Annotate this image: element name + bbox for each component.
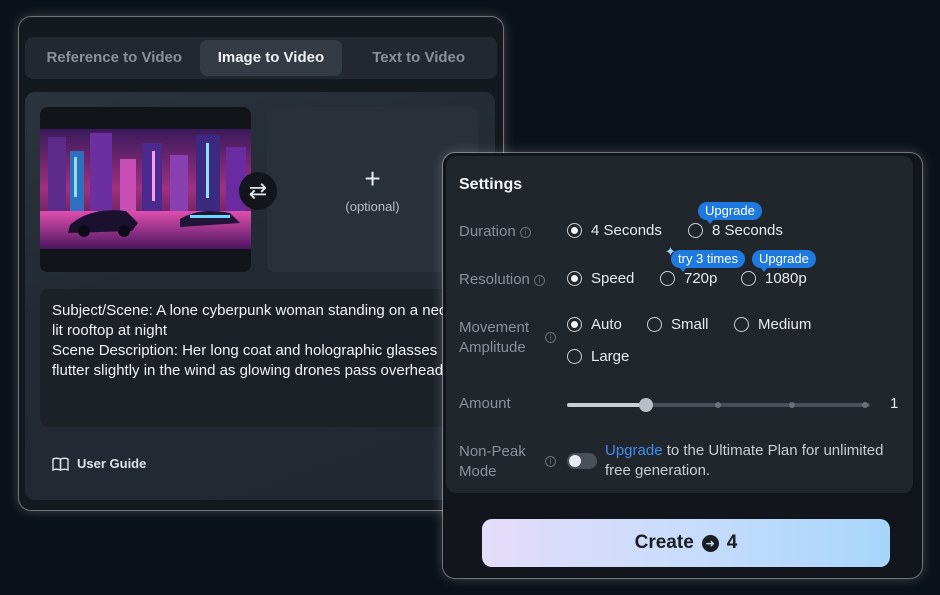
slider-tick: [862, 402, 868, 408]
upgrade-link[interactable]: Upgrade: [605, 442, 663, 459]
duration-option-8s[interactable]: 8 Seconds: [688, 222, 783, 239]
info-icon[interactable]: i: [533, 275, 545, 286]
movement-auto-label: Auto: [591, 316, 622, 333]
resolution-1080p-label: 1080p: [765, 270, 807, 287]
reference-image[interactable]: [40, 107, 251, 272]
upgrade-badge-duration[interactable]: Upgrade: [698, 202, 762, 224]
movement-amplitude-label: Movement Amplitude: [459, 318, 529, 358]
radio-1080p[interactable]: [741, 271, 756, 286]
settings-card: Settings Duration i 4 Seconds Upgrade 8 S…: [446, 156, 913, 493]
resolution-option-720p[interactable]: 720p: [660, 270, 717, 287]
settings-panel: Settings Duration i 4 Seconds Upgrade 8 S…: [443, 153, 922, 578]
resolution-option-1080p[interactable]: 1080p: [741, 270, 807, 287]
credit-cost: 4: [726, 532, 738, 553]
non-peak-mode-label: Non-Peak Mode: [459, 442, 526, 482]
amount-label: Amount: [459, 395, 511, 412]
optional-label: (optional): [345, 199, 400, 214]
movement-label-line2: Amplitude: [459, 339, 526, 356]
prompt-textarea[interactable]: Subject/Scene: A lone cyberpunk woman st…: [40, 289, 480, 427]
resolution-speed-label: Speed: [591, 270, 635, 287]
movement-option-large[interactable]: Large: [567, 348, 629, 365]
radio-4-seconds[interactable]: [567, 223, 582, 238]
duration-label: Duration i: [459, 222, 531, 242]
prompt-scene: Scene Description: Her long coat and hol…: [52, 342, 448, 379]
tab-text-to-video[interactable]: Text to Video: [344, 40, 493, 76]
non-peak-label-line2: Mode: [459, 463, 497, 480]
movement-small-label: Small: [671, 316, 709, 333]
amount-slider[interactable]: [567, 398, 870, 412]
generation-panel: Reference to Video Image to Video Text t…: [19, 17, 503, 510]
radio-auto[interactable]: [567, 317, 582, 332]
non-peak-description: Upgrade to the Ultimate Plan for unlimit…: [605, 441, 905, 481]
radio-small[interactable]: [647, 317, 662, 332]
movement-large-label: Large: [591, 348, 630, 365]
movement-option-medium[interactable]: Medium: [734, 316, 811, 333]
radio-speed[interactable]: [567, 271, 582, 286]
slider-tick: [715, 402, 721, 408]
create-button[interactable]: Create ➜ 4: [482, 519, 890, 567]
amount-value: 1: [890, 395, 899, 412]
radio-8-seconds[interactable]: [688, 223, 703, 238]
duration-8s-label: 8 Seconds: [712, 222, 783, 239]
movement-medium-label: Medium: [758, 316, 812, 333]
resolution-label: Resolution i: [459, 270, 545, 290]
prompt-subject: Subject/Scene: A lone cyberpunk woman st…: [52, 302, 461, 339]
user-guide-label: User Guide: [77, 456, 147, 471]
duration-4s-label: 4 Seconds: [591, 222, 662, 239]
radio-large[interactable]: [567, 349, 582, 364]
image-to-video-card: + (optional) ⇄ Subject/Scene: A lone cyb…: [25, 92, 495, 500]
user-guide-link[interactable]: User Guide: [52, 456, 146, 471]
movement-option-auto[interactable]: Auto: [567, 316, 622, 333]
non-peak-toggle[interactable]: [567, 453, 597, 469]
info-icon[interactable]: i: [545, 456, 556, 467]
amount-slider-fill: [567, 403, 646, 407]
swap-icon[interactable]: ⇄: [239, 172, 277, 210]
plus-icon: +: [364, 163, 381, 194]
resolution-label-text: Resolution: [459, 271, 530, 288]
movement-label-line1: Movement: [459, 319, 530, 336]
create-label: Create: [634, 532, 694, 553]
resolution-720p-label: 720p: [684, 270, 718, 287]
radio-medium[interactable]: [734, 317, 749, 332]
slider-tick: [789, 402, 795, 408]
mode-tabs: Reference to Video Image to Video Text t…: [25, 37, 497, 79]
radio-720p[interactable]: [660, 271, 675, 286]
credit-icon: ➜: [701, 534, 719, 552]
info-icon[interactable]: i: [545, 332, 556, 343]
tab-reference-to-video[interactable]: Reference to Video: [29, 40, 200, 76]
movement-option-small[interactable]: Small: [647, 316, 709, 333]
try-badge-720p[interactable]: try 3 times: [671, 250, 745, 272]
upgrade-badge-1080p[interactable]: Upgrade: [752, 250, 816, 272]
cyberpunk-city-image: [40, 107, 251, 272]
settings-title: Settings: [459, 176, 523, 193]
book-icon: [52, 457, 69, 471]
info-icon[interactable]: i: [519, 227, 531, 238]
tab-image-to-video[interactable]: Image to Video: [199, 40, 343, 76]
resolution-option-speed[interactable]: Speed: [567, 270, 634, 287]
non-peak-label-line1: Non-Peak: [459, 443, 526, 460]
duration-option-4s[interactable]: 4 Seconds: [567, 222, 662, 239]
amount-slider-knob[interactable]: [639, 398, 653, 412]
duration-label-text: Duration: [459, 223, 516, 240]
